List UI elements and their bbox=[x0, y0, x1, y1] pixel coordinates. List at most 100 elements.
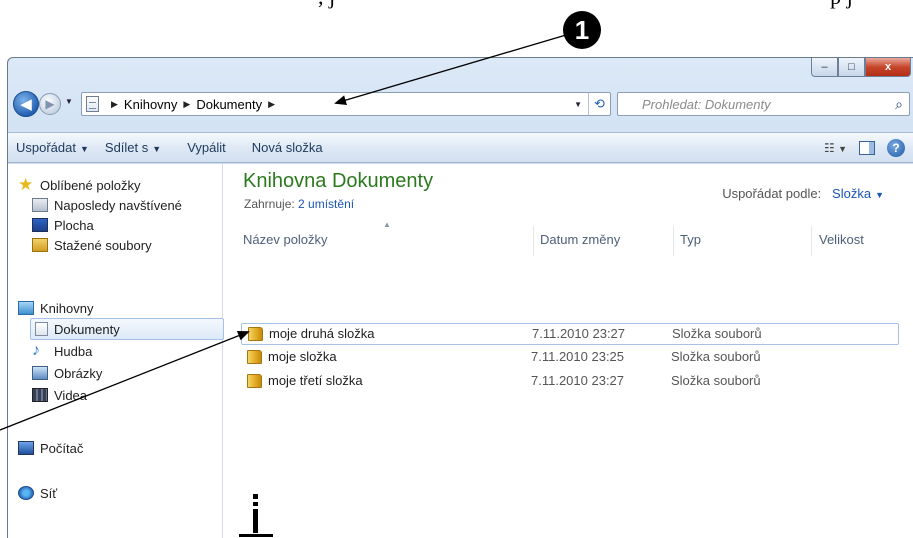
forward-button[interactable]: ▶ bbox=[39, 93, 61, 115]
sidebar-item-label: Naposledy navštívené bbox=[54, 197, 182, 213]
new-folder-button[interactable]: Nová složka bbox=[244, 140, 331, 155]
file-row[interactable]: moje druhá složka 7.11.2010 23:27 Složka… bbox=[241, 323, 899, 345]
search-input[interactable]: Prohledat: Dokumenty ⌕ bbox=[617, 92, 910, 116]
desktop-icon bbox=[32, 218, 48, 232]
folder-icon bbox=[247, 350, 262, 364]
sidebar-item-desktop[interactable]: Plocha bbox=[32, 214, 94, 236]
close-icon: x bbox=[884, 61, 892, 73]
sidebar-item-label: Videa bbox=[54, 387, 88, 403]
breadcrumb-separator-icon[interactable]: ▶ bbox=[268, 99, 275, 110]
search-placeholder: Prohledat: Dokumenty bbox=[642, 96, 771, 112]
file-type: Složka souborů bbox=[672, 326, 762, 341]
sidebar-item-label: Dokumenty bbox=[54, 321, 120, 337]
column-header-date[interactable]: Datum změny bbox=[540, 232, 620, 247]
address-history-dropdown-icon[interactable]: ▼ bbox=[574, 100, 582, 109]
pictures-icon bbox=[32, 366, 48, 380]
burn-button[interactable]: Vypálit bbox=[179, 140, 234, 155]
column-header-name[interactable]: Název položky bbox=[243, 232, 328, 247]
column-header-type[interactable]: Typ bbox=[680, 232, 701, 247]
sort-ascending-icon: ▲ bbox=[383, 220, 391, 229]
film-strip-icon bbox=[32, 388, 48, 402]
new-folder-label: Nová složka bbox=[251, 140, 323, 155]
includes-locations-link[interactable]: 2 umístění bbox=[298, 197, 354, 211]
sidebar-item-documents[interactable]: Dokumenty bbox=[30, 318, 224, 340]
breadcrumb-separator-icon[interactable]: ▶ bbox=[111, 99, 118, 110]
caption-buttons: – □ x bbox=[811, 58, 911, 77]
arrange-by: Uspořádat podle: Složka ▼ bbox=[722, 186, 884, 201]
back-arrow-icon: ◀ bbox=[20, 96, 32, 113]
network-globe-icon bbox=[18, 486, 34, 500]
sidebar-item-label: Oblíbené položky bbox=[40, 177, 141, 193]
column-headers: ▲ Název položky Datum změny Typ Velikost bbox=[243, 220, 912, 260]
sidebar-item-label: Počítač bbox=[40, 440, 84, 456]
sidebar-item-label: Síť bbox=[40, 485, 58, 501]
folder-icon bbox=[247, 374, 262, 388]
computer-icon bbox=[18, 441, 34, 455]
forward-arrow-icon: ▶ bbox=[45, 97, 55, 111]
sidebar-item-videos[interactable]: Videa bbox=[32, 384, 87, 406]
sidebar-item-computer[interactable]: Počítač bbox=[18, 437, 83, 459]
column-divider[interactable] bbox=[811, 226, 812, 256]
chevron-down-icon: ▼ bbox=[838, 143, 847, 154]
page-title: Knihovna Dokumenty bbox=[243, 170, 434, 192]
sidebar-item-pictures[interactable]: Obrázky bbox=[32, 362, 102, 384]
sidebar-item-recent-places[interactable]: Naposledy navštívené bbox=[32, 194, 182, 216]
share-with-label: Sdílet s bbox=[104, 140, 149, 155]
file-name: moje druhá složka bbox=[269, 326, 375, 341]
sidebar-item-music[interactable]: ♪ Hudba bbox=[32, 340, 92, 362]
breadcrumb-documents[interactable]: Dokumenty bbox=[196, 97, 262, 112]
arrange-by-value: Složka bbox=[832, 186, 872, 201]
address-bar[interactable]: ▶ Knihovny ▶ Dokumenty ▶ ▼ ⟲ bbox=[81, 92, 611, 116]
file-type: Složka souborů bbox=[671, 349, 761, 364]
documents-icon bbox=[35, 322, 48, 336]
sidebar-item-favorites[interactable]: ★ Oblíbené položky bbox=[18, 174, 140, 196]
breadcrumb-libraries[interactable]: Knihovny bbox=[124, 97, 177, 112]
chevron-down-icon: ▼ bbox=[875, 190, 884, 200]
minimize-button[interactable]: – bbox=[811, 58, 838, 77]
file-row[interactable]: moje třetí složka 7.11.2010 23:27 Složka… bbox=[241, 371, 899, 393]
breadcrumb-separator-icon[interactable]: ▶ bbox=[183, 99, 190, 110]
close-button[interactable]: x bbox=[865, 58, 911, 77]
file-list-pane: Knihovna Dokumenty Zahrnuje: 2 umístění … bbox=[230, 164, 913, 538]
libraries-icon bbox=[18, 301, 34, 315]
explorer-window: – □ x ◀ ▶ ▼ ▶ Knihovny ▶ Dokumenty ▶ ▼ ⟲… bbox=[7, 57, 913, 538]
change-view-button[interactable]: ☷ ▼ bbox=[824, 141, 847, 155]
includes-label: Zahrnuje: bbox=[244, 197, 295, 211]
documents-location-icon bbox=[86, 96, 99, 112]
sidebar-item-network[interactable]: Síť bbox=[18, 482, 57, 504]
file-name: moje složka bbox=[268, 349, 337, 364]
command-bar: Uspořádat ▼ Sdílet s ▼ Vypálit Nová složka… bbox=[8, 132, 913, 163]
column-divider[interactable] bbox=[533, 226, 534, 256]
file-date: 7.11.2010 23:27 bbox=[531, 373, 625, 388]
refresh-button[interactable]: ⟲ bbox=[588, 93, 610, 115]
star-icon: ★ bbox=[18, 175, 34, 194]
sidebar-item-label: Obrázky bbox=[54, 365, 103, 381]
help-icon[interactable]: ? bbox=[887, 138, 905, 157]
text-cursor-icon bbox=[239, 494, 273, 537]
search-icon[interactable]: ⌕ bbox=[895, 96, 903, 113]
sidebar-item-downloads[interactable]: Stažené soubory bbox=[32, 234, 152, 256]
navigation-pane: ★ Oblíbené položky Naposledy navštívené … bbox=[8, 164, 224, 538]
file-date: 7.11.2010 23:27 bbox=[532, 326, 626, 341]
arrange-by-label: Uspořádat podle: bbox=[722, 186, 822, 201]
recent-pages-dropdown-icon[interactable]: ▼ bbox=[65, 97, 73, 106]
recent-places-icon bbox=[32, 198, 48, 212]
preview-pane-icon[interactable] bbox=[859, 140, 875, 155]
column-header-size[interactable]: Velikost bbox=[819, 232, 864, 247]
downloads-icon bbox=[32, 238, 48, 252]
arrange-by-dropdown[interactable]: Složka ▼ bbox=[832, 186, 884, 201]
chevron-down-icon: ▼ bbox=[79, 144, 89, 154]
sidebar-item-label: Knihovny bbox=[40, 300, 94, 316]
maximize-button[interactable]: □ bbox=[838, 58, 865, 77]
organize-button[interactable]: Uspořádat ▼ bbox=[8, 140, 97, 155]
screenshot: , j p j 1 – □ x ◀ ▶ ▼ ▶ bbox=[0, 0, 913, 538]
library-includes: Zahrnuje: 2 umístění bbox=[244, 197, 354, 211]
back-button[interactable]: ◀ bbox=[13, 91, 39, 117]
file-date: 7.11.2010 23:25 bbox=[531, 349, 625, 364]
file-row[interactable]: moje složka 7.11.2010 23:25 Složka soubo… bbox=[241, 347, 899, 369]
column-divider[interactable] bbox=[673, 226, 674, 256]
folder-icon bbox=[248, 327, 263, 341]
sidebar-item-libraries[interactable]: Knihovny bbox=[18, 297, 93, 319]
sidebar-item-label: Stažené soubory bbox=[54, 237, 152, 253]
share-with-button[interactable]: Sdílet s ▼ bbox=[97, 140, 169, 155]
